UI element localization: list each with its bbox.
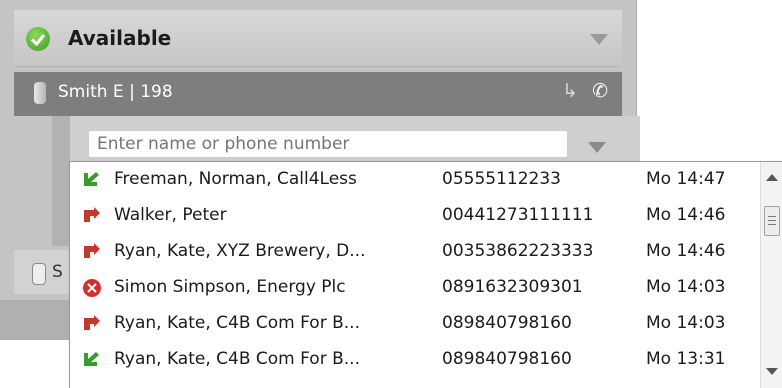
outgoing-call-icon — [82, 242, 102, 260]
presence-status-label: Available — [68, 26, 172, 50]
call-time: Mo 13:31 — [646, 349, 726, 369]
call-phone-number: 0891632309301 — [442, 277, 583, 297]
call-time: Mo 14:03 — [646, 277, 726, 297]
call-time: Mo 14:46 — [646, 205, 726, 225]
phone-call-icon[interactable]: ✆ — [592, 80, 608, 102]
call-forward-icon[interactable]: ↳ — [562, 80, 578, 102]
scroll-thumb[interactable] — [764, 206, 780, 236]
call-phone-number: 00441273111111 — [442, 205, 594, 225]
line-header[interactable]: Smith E | 198 ↳ ✆ — [14, 72, 622, 116]
call-phone-number: 089840798160 — [442, 313, 572, 333]
call-contact-name: Ryan, Kate, C4B Com For B... — [114, 313, 360, 333]
call-contact-name: Simon Simpson, Energy Plc — [114, 277, 346, 297]
chevron-down-icon[interactable] — [590, 34, 608, 45]
call-time: Mo 14:47 — [646, 169, 726, 189]
call-history-row[interactable]: Ryan, Kate, XYZ Brewery, D... 0035386222… — [70, 234, 760, 270]
second-line-label: S — [52, 262, 63, 282]
incoming-call-icon — [82, 170, 102, 188]
available-check-icon — [26, 27, 50, 51]
call-time: Mo 14:46 — [646, 241, 726, 261]
line-label: Smith E | 198 — [58, 82, 173, 102]
dial-search-input[interactable] — [88, 130, 568, 158]
call-contact-name: Walker, Peter — [114, 205, 227, 225]
dropdown-scrollbar[interactable] — [760, 162, 782, 388]
desk-phone-icon — [32, 263, 46, 285]
call-phone-number: 089840798160 — [442, 349, 572, 369]
call-history-row[interactable]: Walker, Peter 00441273111111 Mo 14:46 — [70, 198, 760, 234]
chevron-down-icon[interactable] — [588, 142, 606, 153]
missed-call-icon — [82, 278, 102, 297]
outgoing-call-icon — [82, 206, 102, 224]
call-contact-name: Freeman, Norman, Call4Less — [114, 169, 357, 189]
outgoing-call-icon — [82, 314, 102, 332]
incoming-call-icon — [82, 350, 102, 368]
call-phone-number: 00353862223333 — [442, 241, 594, 261]
scroll-down-arrow-icon[interactable] — [766, 368, 778, 375]
call-history-row[interactable]: Ryan, Kate, C4B Com For B... 08984079816… — [70, 306, 760, 342]
presence-status-dropdown[interactable]: Available — [14, 10, 622, 67]
call-contact-name: Ryan, Kate, C4B Com For B... — [114, 349, 360, 369]
call-phone-number: 05555112233 — [442, 169, 561, 189]
desk-phone-icon — [34, 82, 46, 104]
call-history-row[interactable]: Simon Simpson, Energy Plc 0891632309301 … — [70, 270, 760, 306]
call-time: Mo 14:03 — [646, 313, 726, 333]
scroll-up-arrow-icon[interactable] — [766, 174, 778, 181]
call-history-dropdown[interactable]: Freeman, Norman, Call4Less 05555112233 M… — [69, 161, 782, 388]
call-contact-name: Ryan, Kate, XYZ Brewery, D... — [114, 241, 366, 261]
call-history-row[interactable]: Freeman, Norman, Call4Less 05555112233 M… — [70, 162, 760, 198]
call-history-row[interactable]: Ryan, Kate, C4B Com For B... 08984079816… — [70, 342, 760, 378]
